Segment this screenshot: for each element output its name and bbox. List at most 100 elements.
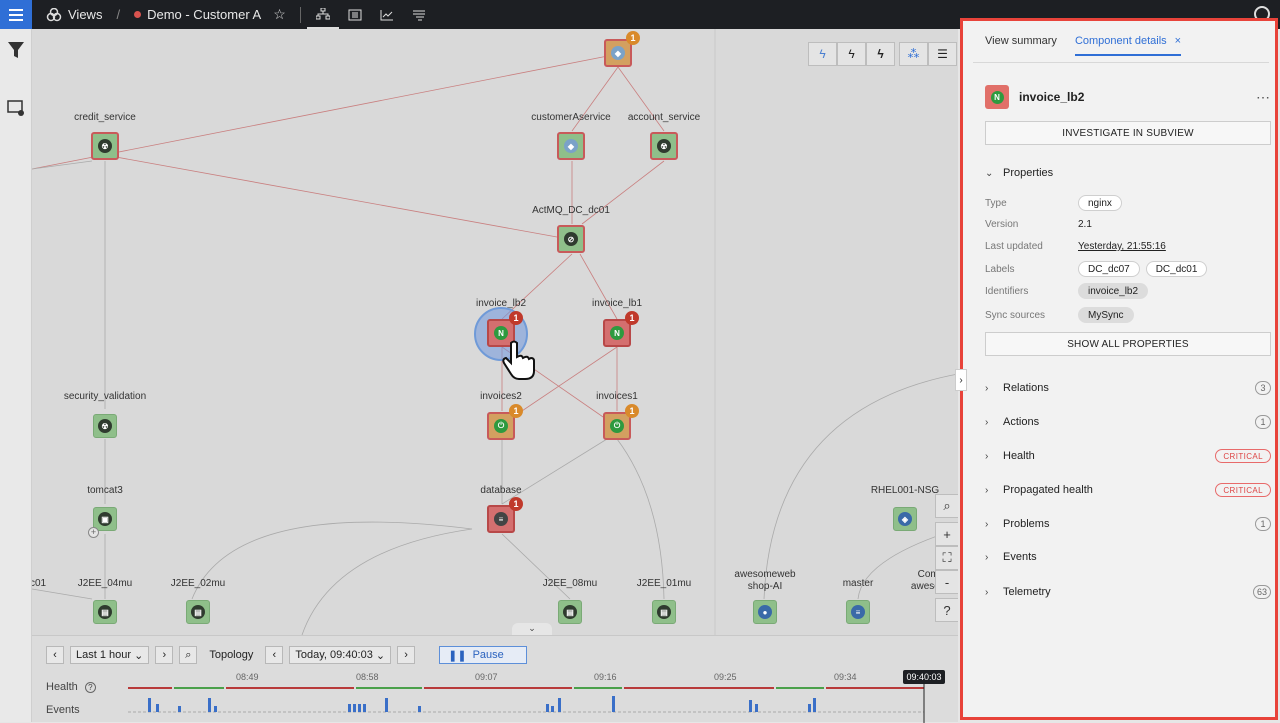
zoom-in-icon[interactable]: + (935, 522, 958, 546)
properties-section-header[interactable]: ⌄ Properties (985, 167, 1271, 179)
list-layout-icon[interactable]: ☰ (928, 42, 957, 66)
label-pill[interactable]: DC_dc01 (1145, 261, 1208, 277)
list-view-icon[interactable] (339, 0, 371, 29)
topology-view-icon[interactable] (306, 0, 339, 29)
topology-canvas[interactable]: ◆ 1 credit_service ☢ customerAservice ◆ a… (32, 29, 958, 635)
lightning-filter-2-icon[interactable]: ϟ (837, 42, 866, 66)
topology-layout-icon[interactable]: ⁂ (899, 42, 928, 66)
events-section-header[interactable]: › Events (985, 551, 1271, 563)
sync-source-pill[interactable]: MySync (1078, 307, 1134, 323)
star-icon[interactable]: ☆ (273, 6, 286, 23)
show-all-properties-button[interactable]: SHOW ALL PROPERTIES (985, 332, 1271, 356)
timeline-chart[interactable]: 08:49 08:58 09:07 09:16 09:25 09:34 09:4… (128, 670, 958, 723)
j2ee-icon: ▤ (191, 605, 205, 619)
expand-icon[interactable]: + (88, 527, 99, 538)
events-title: Events (1003, 551, 1037, 563)
label-pill[interactable]: DC_dc07 (1078, 261, 1140, 277)
topology-node-top[interactable]: ◆ 1 (604, 31, 640, 67)
close-tab-icon[interactable]: × (1175, 35, 1181, 47)
collapse-timeline-chevron-icon[interactable]: ⌄ (512, 623, 552, 635)
property-row-identifiers: Identifiers invoice_lb2 (985, 283, 1271, 299)
topology-node-j2ee-01mu[interactable]: ▤ (652, 600, 676, 624)
investigate-subview-button[interactable]: INVESTIGATE IN SUBVIEW (985, 121, 1271, 145)
topology-node-j2ee-08mu[interactable]: ▤ (558, 600, 582, 624)
fit-screen-icon[interactable]: ⛶ (935, 546, 958, 570)
topology-node-master[interactable]: ≡ (846, 600, 870, 624)
topology-node-invoices1[interactable]: ⏻ 1 (603, 404, 639, 440)
last-updated-link[interactable]: Yesterday, 21:55:16 (1078, 241, 1166, 252)
component-name: invoice_lb2 (1019, 90, 1085, 104)
j2ee-icon: ▤ (563, 605, 577, 619)
filter-icon[interactable] (7, 41, 25, 59)
chevron-right-icon: › (985, 416, 989, 428)
health-section-header[interactable]: › Health CRITICAL (985, 449, 1271, 463)
more-options-icon[interactable]: ⋯ (1256, 89, 1271, 106)
next-range-button[interactable]: › (155, 646, 174, 664)
health-status-badge: CRITICAL (1215, 449, 1271, 463)
property-key: Identifiers (985, 285, 1029, 297)
breadcrumb-separator: / (116, 7, 121, 22)
topology-node-awesomeweb[interactable]: ● (753, 600, 777, 624)
properties-title: Properties (1003, 167, 1054, 179)
mode-label: Topology (209, 649, 254, 661)
node-label-invoices1: invoices1 (596, 391, 638, 402)
propagated-health-title: Propagated health (1003, 484, 1093, 496)
node-label-j2ee-01mu: J2EE_01mu (636, 578, 692, 589)
service-icon: ◆ (564, 139, 578, 153)
zoom-out-icon[interactable]: - (935, 570, 958, 594)
view-settings-icon[interactable] (7, 99, 25, 117)
tab-component-details[interactable]: Component details × (1074, 35, 1182, 56)
prev-range-button[interactable]: ‹ (46, 646, 64, 664)
views-link[interactable]: Views (68, 7, 102, 22)
view-status-dot (134, 11, 142, 18)
topology-node-j2ee-04mu[interactable]: ▤ (93, 600, 117, 624)
hamburger-menu-button[interactable] (0, 0, 32, 29)
view-name[interactable]: Demo - Customer A (147, 7, 261, 22)
topology-node-customer-a-service[interactable]: ◆ (557, 132, 585, 160)
chevron-right-icon: › (985, 518, 989, 530)
property-row-labels: Labels DC_dc07 DC_dc01 (985, 261, 1271, 277)
prev-time-button[interactable]: ‹ (265, 646, 284, 664)
hand-cursor-icon (502, 340, 535, 380)
problems-section-header[interactable]: › Problems 1 (985, 517, 1271, 531)
pause-button[interactable]: ❚❚ Pause (439, 646, 527, 664)
topology-node-actmq[interactable]: ⊘ (557, 225, 585, 253)
tab-view-summary[interactable]: View summary (985, 35, 1057, 56)
events-view-icon[interactable] (403, 0, 435, 29)
next-time-button[interactable]: › (397, 646, 416, 664)
topology-node-rhel001-nsg[interactable]: ◈ (893, 507, 917, 531)
lightning-filter-3-icon[interactable]: ϟ (866, 42, 895, 66)
help-icon[interactable]: ? (935, 598, 958, 622)
collapse-panel-chevron-icon[interactable]: › (955, 369, 967, 391)
type-pill[interactable]: nginx (1078, 195, 1122, 211)
topology-node-database[interactable]: ≡ 1 (487, 497, 523, 533)
lightning-filter-1-icon[interactable]: ϟ (808, 42, 837, 66)
help-icon[interactable]: ? (84, 682, 96, 693)
actions-section-header[interactable]: › Actions 1 (985, 415, 1271, 429)
propagated-health-section-header[interactable]: › Propagated health CRITICAL (985, 483, 1271, 497)
tab-divider (973, 62, 1269, 63)
topology-node-invoices2[interactable]: ⏻ 1 (487, 404, 523, 440)
service-icon: ☢ (98, 419, 112, 433)
property-key: Version (985, 219, 1019, 230)
topology-node-credit-service[interactable]: ☢ (91, 132, 119, 160)
zoom-out-time-icon[interactable]: ⌕ (179, 646, 198, 664)
property-row-type: Type nginx (985, 195, 1271, 211)
topology-node-invoice-lb1[interactable]: N1 (603, 311, 639, 347)
node-label-credit-service: credit_service (74, 112, 136, 123)
node-label-j2ee-02mu: J2EE_02mu (170, 578, 226, 589)
telemetry-section-header[interactable]: › Telemetry 63 (985, 585, 1271, 599)
topology-node-account-service[interactable]: ☢ (650, 132, 678, 160)
actions-count: 1 (1255, 415, 1271, 429)
search-icon[interactable]: ⌕ (935, 494, 958, 518)
time-range-select[interactable]: Last 1 hour ⌄ (70, 646, 150, 664)
identifier-pill[interactable]: invoice_lb2 (1078, 283, 1149, 299)
node-label-database: database (480, 485, 522, 496)
relations-section-header[interactable]: › Relations 3 (985, 381, 1271, 395)
time-select[interactable]: Today, 09:40:03 ⌄ (289, 646, 392, 664)
topology-node-security-validation[interactable]: ☢ (93, 414, 117, 438)
node-label-customer-a-service: customerAservice (531, 112, 611, 123)
topology-node-j2ee-02mu[interactable]: ▤ (186, 600, 210, 624)
node-label-j2ee-08mu: J2EE_08mu (542, 578, 598, 589)
chart-view-icon[interactable] (371, 0, 403, 29)
